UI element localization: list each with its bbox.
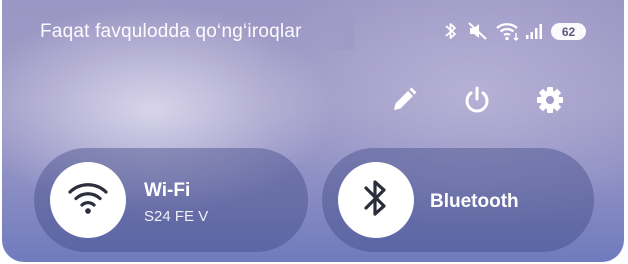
settings-button[interactable]	[534, 84, 566, 116]
battery-level: 62	[561, 24, 576, 39]
quick-settings-panel: Faqat favqulodda qo‘ng‘iroqlar 62 Wi-Fi …	[2, 0, 624, 262]
settings-icon	[534, 87, 566, 120]
wifi-toggle[interactable]	[50, 162, 126, 238]
signal-icon	[525, 20, 545, 47]
power-icon	[461, 86, 493, 120]
power-button[interactable]	[461, 84, 493, 116]
wifi-icon	[495, 20, 521, 47]
bluetooth-toggle[interactable]	[338, 162, 414, 238]
bluetooth-tile[interactable]: Bluetooth	[322, 148, 594, 252]
bluetooth-icon	[362, 177, 390, 224]
wifi-network-name: S24 FE V	[144, 208, 209, 225]
edit-button[interactable]	[388, 84, 420, 116]
mute-icon	[467, 20, 489, 47]
status-icons	[2, 20, 624, 44]
wifi-icon	[66, 178, 110, 223]
wifi-tile[interactable]: Wi-Fi S24 FE V	[34, 148, 308, 252]
bluetooth-icon	[444, 20, 458, 47]
wifi-label: Wi-Fi	[144, 180, 191, 201]
edit-icon	[388, 87, 420, 120]
battery-indicator: 62	[551, 23, 586, 40]
bluetooth-label: Bluetooth	[430, 191, 519, 212]
